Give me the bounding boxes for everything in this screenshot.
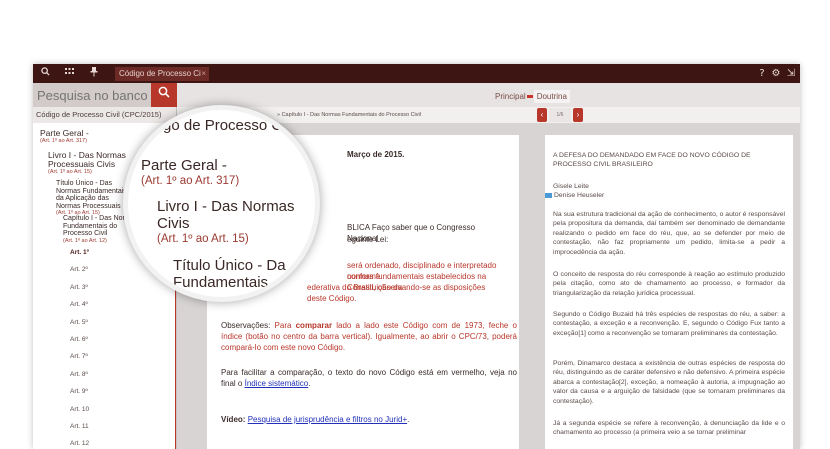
index-link[interactable]: Índice sistemático [245, 379, 309, 388]
comment-icon[interactable] [545, 192, 552, 198]
tree-node-label: Parte Geral - [40, 128, 89, 138]
observations: Observações: Para comparar lado a lado e… [221, 320, 517, 353]
doctrine-title: A DEFESA DO DEMANDADO EM FACE DO NOVO CÓ… [553, 152, 751, 169]
logout-icon[interactable]: ⇲ [784, 67, 798, 80]
article-link[interactable]: Art. 1º [70, 249, 89, 256]
article-link[interactable]: Art. 4º [70, 301, 88, 308]
tree-node-label: Título Único - Das Normas Fundamentais e… [56, 180, 133, 210]
article-link[interactable]: Art. 12 [70, 440, 89, 447]
video-label: Vídeo: [221, 415, 246, 424]
tab-doutrina[interactable]: Doutrina [533, 90, 570, 103]
doctrine-author-2: Denise Heuseler [545, 191, 777, 200]
document-tab-title: Código de Processo Ci [119, 69, 201, 78]
document-preamble-2: eguinte Lei: [347, 235, 389, 244]
doctrine-panel: A DEFESA DO DEMANDADO EM FACE DO NOVO CÓ… [545, 135, 793, 449]
magnified-parte-range: (Art. 1º ao Art. 317) [141, 175, 240, 187]
article-link[interactable]: Art. 11 [70, 423, 89, 430]
sidebar-header: Código de Processo Civil (CPC/2015) [33, 107, 176, 123]
document-date: Março de 2015. [347, 150, 405, 159]
article-1-line-3: ederativa do Brasil, observando-se as di… [307, 283, 486, 303]
search-icon [158, 86, 170, 98]
video-link[interactable]: Pesquisa de jurisprudência e filtros no … [248, 415, 407, 424]
grid-icon[interactable] [62, 67, 76, 80]
doctrine-paragraph: O conceito de resposta do réu correspond… [553, 271, 785, 297]
search-button[interactable] [151, 83, 177, 107]
doctrine-paragraph: Segundo o Código Buzaid há três espécies… [553, 311, 785, 337]
article-link[interactable]: Art. 9º [70, 388, 88, 395]
tab-principal[interactable]: Principal [495, 92, 526, 101]
magnified-titulo-line-1: Título Único - Da [173, 257, 286, 274]
video-note: Vídeo: Pesquisa de jurisprudência e filt… [221, 414, 517, 425]
close-tab-icon[interactable]: × [201, 67, 206, 81]
document-tab[interactable]: Código de Processo Ci × [115, 67, 209, 81]
magnifier-lens: go de Processo C Parte Geral - (Art. 1º … [123, 105, 320, 302]
magnified-livro-line-1: Livro I - Das Normas [157, 198, 295, 215]
article-link[interactable]: Art. 2º [70, 266, 88, 273]
search-input[interactable] [37, 86, 149, 104]
magnified-header: go de Processo C [163, 117, 283, 134]
tree-node-label: Livro I - Das Normas Processuais Civis [48, 150, 126, 169]
compare-link[interactable]: comparar [296, 321, 332, 330]
tree-node-range: (Art. 1º ao Art. 12) [63, 237, 107, 244]
comparison-note: Para facilitar a comparação, o texto do … [221, 367, 517, 389]
search-bar [33, 83, 177, 107]
tab-separator [526, 95, 533, 99]
magnified-livro-line-2: Civis [157, 215, 190, 232]
view-tabs: Principal Doutrina [495, 90, 570, 103]
doctrine-author-1: Gisele Leite [553, 183, 589, 190]
doctrine-paragraph: Na sua estrutura tradicional da ação de … [553, 211, 785, 256]
magnified-livro-range: (Art. 1º ao Art. 15) [157, 233, 249, 245]
top-toolbar: Código de Processo Ci × ? ⚙ ⇲ [33, 64, 800, 83]
article-link[interactable]: Art. 5º [70, 319, 88, 326]
doctrine-author-2-name: Denise Heuseler [554, 192, 605, 199]
magnified-titulo-line-2: Fundamentais [173, 274, 269, 291]
gear-icon[interactable]: ⚙ [769, 67, 783, 80]
doctrine-paragraph: Já a segunda espécie se refere à reconve… [553, 420, 785, 437]
article-link[interactable]: Art. 7º [70, 353, 88, 360]
prev-page-button[interactable]: ‹ [537, 108, 547, 122]
article-link[interactable]: Art. 10 [70, 406, 89, 413]
doctrine-paragraph: Porém, Dinamarco destaca a existência de… [553, 360, 785, 405]
pin-icon[interactable] [87, 67, 101, 81]
article-link[interactable]: Art. 3º [70, 284, 88, 291]
magnified-parte-geral: Parte Geral - [141, 157, 227, 174]
article-link[interactable]: Art. 6º [70, 336, 88, 343]
article-link[interactable]: Art. 8º [70, 371, 88, 378]
page-indicator: 1/6 [549, 108, 571, 122]
content-header: Principal Doutrina [177, 83, 800, 107]
comparison-end: . [308, 379, 311, 388]
tree-node-livro-1[interactable]: Livro I - Das Normas Processuais Civis (… [48, 151, 140, 176]
search-icon[interactable] [38, 67, 52, 80]
observations-text-a: Para [274, 321, 292, 330]
next-page-button[interactable]: › [573, 108, 583, 122]
help-icon[interactable]: ? [755, 67, 769, 80]
video-end: . [407, 415, 410, 424]
observations-label: Observações: [221, 321, 271, 330]
